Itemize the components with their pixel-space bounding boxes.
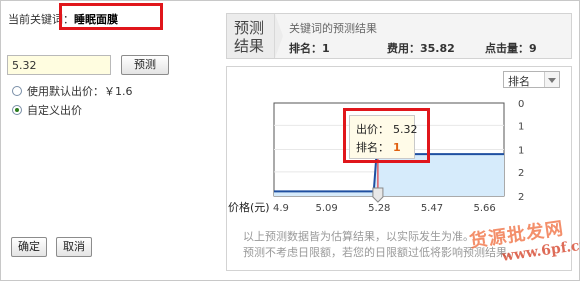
- result-tab-arrow: [275, 14, 283, 58]
- prediction-result-panel: 预测 结果 关键词的预测结果 排名：1 费用：35.82 点击量：9: [226, 13, 572, 59]
- result-cost: 费用：35.82: [387, 42, 455, 55]
- predict-button[interactable]: 预测: [121, 55, 169, 75]
- default-bid-label: 使用默认出价：￥1.6: [27, 85, 133, 98]
- chart-metric-select[interactable]: 排名: [503, 71, 560, 88]
- cancel-button[interactable]: 取消: [56, 237, 92, 257]
- result-tab: 预测 结果: [227, 14, 275, 58]
- keyword-highlight-box: [59, 3, 163, 30]
- result-tab-line2: 结果: [234, 37, 265, 55]
- confirm-button[interactable]: 确定: [11, 237, 47, 257]
- custom-bid-radio[interactable]: [12, 105, 22, 115]
- result-tab-line1: 预测: [234, 19, 265, 37]
- bid-input[interactable]: [7, 55, 111, 75]
- chart-metric-select-value: 排名: [508, 75, 530, 88]
- tooltip-highlight-box: [343, 108, 430, 163]
- default-bid-option[interactable]: 使用默认出价：￥1.6: [12, 83, 133, 99]
- result-rank: 排名：1: [289, 42, 330, 55]
- chevron-down-icon[interactable]: [544, 72, 559, 87]
- custom-bid-option[interactable]: 自定义出价: [12, 102, 82, 118]
- result-clicks: 点击量：9: [485, 42, 537, 55]
- result-title: 关键词的预测结果: [289, 22, 377, 35]
- custom-bid-label: 自定义出价: [27, 104, 82, 117]
- default-bid-radio[interactable]: [12, 86, 22, 96]
